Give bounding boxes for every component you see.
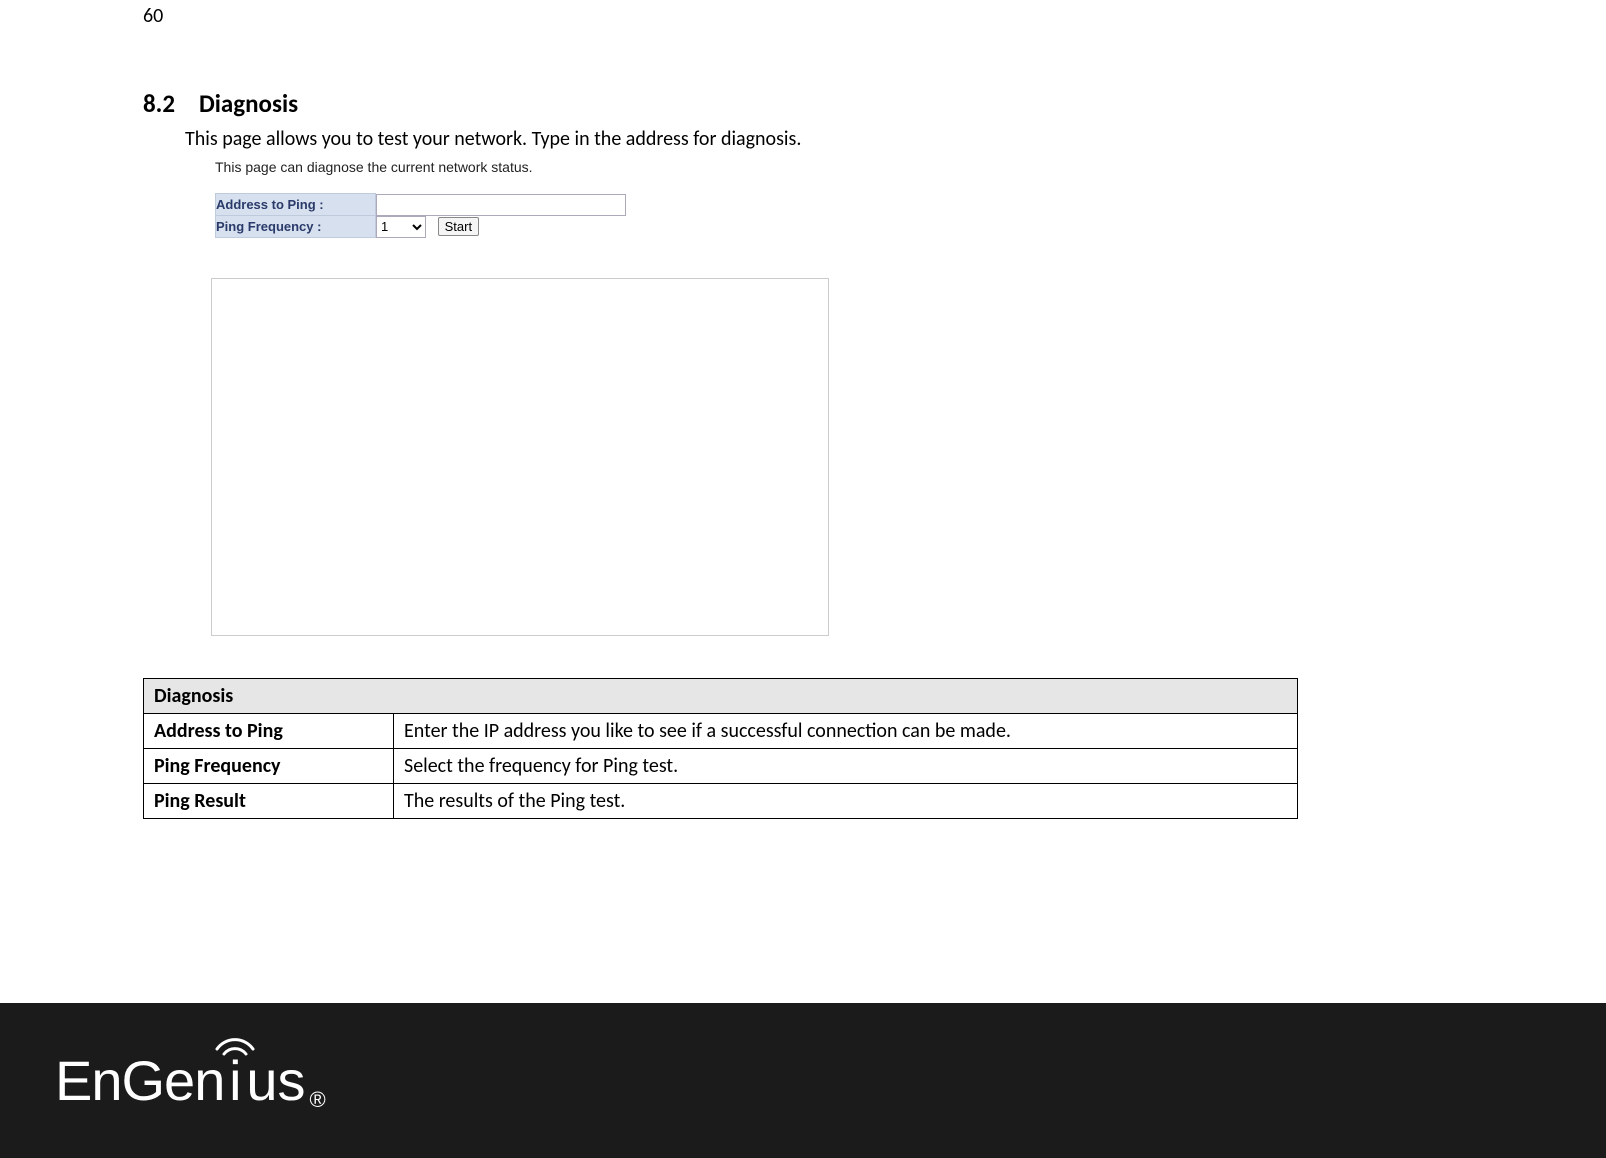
brand-i-with-wifi: i — [224, 1053, 246, 1109]
brand-logo: EnGen i us® — [55, 1053, 326, 1109]
table-row: Ping Result The results of the Ping test… — [144, 784, 1298, 819]
table-value: The results of the Ping test. — [394, 784, 1298, 819]
table-key: Ping Frequency — [144, 749, 394, 784]
form-description: This page can diagnose the current netwo… — [215, 159, 1293, 175]
brand-part1: EnGen — [55, 1053, 224, 1109]
intro-text: This page allows you to test your networ… — [185, 127, 1293, 151]
table-key: Ping Result — [144, 784, 394, 819]
start-button[interactable]: Start — [438, 217, 479, 236]
registered-icon: ® — [310, 1089, 326, 1111]
form-table: Address to Ping : Ping Frequency : 1 Sta… — [215, 193, 627, 238]
frequency-label: Ping Frequency : — [216, 216, 376, 238]
wifi-icon — [213, 1029, 257, 1057]
table-header-row: Diagnosis — [144, 679, 1298, 714]
table-value: Select the frequency for Ping test. — [394, 749, 1298, 784]
section-heading: 8.2 Diagnosis — [143, 88, 1293, 119]
brand-part2: us — [246, 1053, 305, 1109]
table-row: Ping Frequency Select the frequency for … — [144, 749, 1298, 784]
diagnosis-form-area: This page can diagnose the current netwo… — [215, 159, 1293, 636]
table-header: Diagnosis — [144, 679, 1298, 714]
address-label: Address to Ping : — [216, 194, 376, 216]
frequency-row: Ping Frequency : 1 Start — [216, 216, 627, 238]
footer: EnGen i us® — [0, 1003, 1606, 1158]
page-number: 60 — [143, 4, 163, 28]
table-value: Enter the IP address you like to see if … — [394, 714, 1298, 749]
brand-dot: i — [229, 1049, 241, 1112]
ping-result-output[interactable] — [211, 278, 829, 636]
frequency-select[interactable]: 1 — [376, 216, 426, 238]
section-title: Diagnosis — [199, 88, 298, 119]
table-row: Address to Ping Enter the IP address you… — [144, 714, 1298, 749]
address-row: Address to Ping : — [216, 194, 627, 216]
main-content: 8.2 Diagnosis This page allows you to tes… — [143, 88, 1293, 819]
address-input[interactable] — [376, 194, 626, 216]
description-table: Diagnosis Address to Ping Enter the IP a… — [143, 678, 1298, 819]
table-key: Address to Ping — [144, 714, 394, 749]
section-number: 8.2 — [143, 88, 175, 119]
